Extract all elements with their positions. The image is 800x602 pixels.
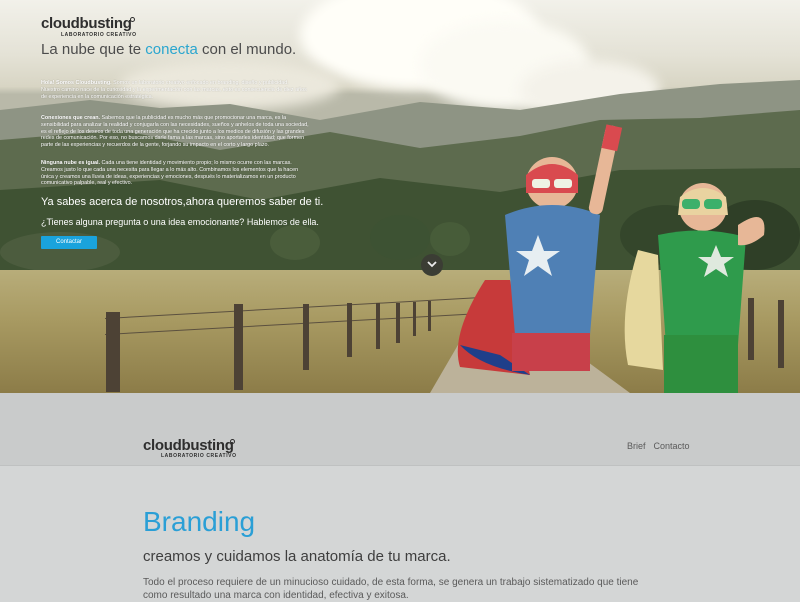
hero-tree [370,215,430,260]
fence-post [234,304,243,390]
fence-post [413,302,416,336]
hero-tagline: La nube que te conecta con el mundo. [41,41,296,58]
hero-section: cloudbusting LABORATORIO CREATIVO La nub… [0,0,800,393]
chevron-down-icon [427,261,437,268]
logo-dot-icon [230,439,235,444]
logo-wordmark: cloudbusting [41,15,132,32]
nav-links: Brief Contacto [627,441,690,451]
fence-post [376,303,380,349]
intro-paragraph: Hola! Somos Cloudbusting. Somos un labor… [41,80,309,100]
cta-question: ¿Tienes alguna pregunta o una idea emoci… [41,217,319,227]
fence-post [396,303,400,343]
paragraph-lead: Ninguna nube es igual. [41,160,101,166]
paragraph-lead: Conexiones que crean. [41,115,101,121]
tagline-start: La nube que te [41,41,146,58]
unique-cloud-paragraph: Ninguna nube es igual. Cada una tiene id… [41,160,309,187]
branding-title: Branding [143,506,256,537]
fence-post [106,312,120,392]
connections-paragraph: Conexiones que crean. Sabemos que la pub… [41,115,309,149]
hero-tree [270,225,320,260]
logo-dot-icon [130,17,135,22]
logo-subtitle: LABORATORIO CREATIVO [161,453,237,459]
fence-post [303,304,309,370]
hero-child-green [624,183,765,393]
nav-bar [0,393,800,466]
nav-link-brief[interactable]: Brief [627,441,646,451]
hero-logo[interactable]: cloudbusting LABORATORIO CREATIVO [41,15,136,38]
branding-subtitle: creamos y cuidamos la anatomía de tu mar… [143,548,451,565]
nav-link-contacto[interactable]: Contacto [654,441,690,451]
branding-description: Todo el proceso requiere de un minucioso… [143,577,639,601]
hero-child-blue [457,124,623,375]
paragraph-lead: Hola! Somos Cloudbusting. [41,80,112,86]
cta-heading: Ya sabes acerca de nosotros,ahora querem… [41,196,324,208]
logo-subtitle: LABORATORIO CREATIVO [61,32,137,38]
nav-logo[interactable]: cloudbusting LABORATORIO CREATIVO [143,437,236,459]
logo-wordmark: cloudbusting [143,437,234,454]
fence-post [428,301,431,331]
scroll-down-button[interactable] [421,254,443,276]
tagline-end: con el mundo. [197,41,297,58]
tagline-highlight: conecta [145,41,198,58]
contact-button[interactable]: Contactar [41,236,97,249]
fence-post [347,303,352,357]
